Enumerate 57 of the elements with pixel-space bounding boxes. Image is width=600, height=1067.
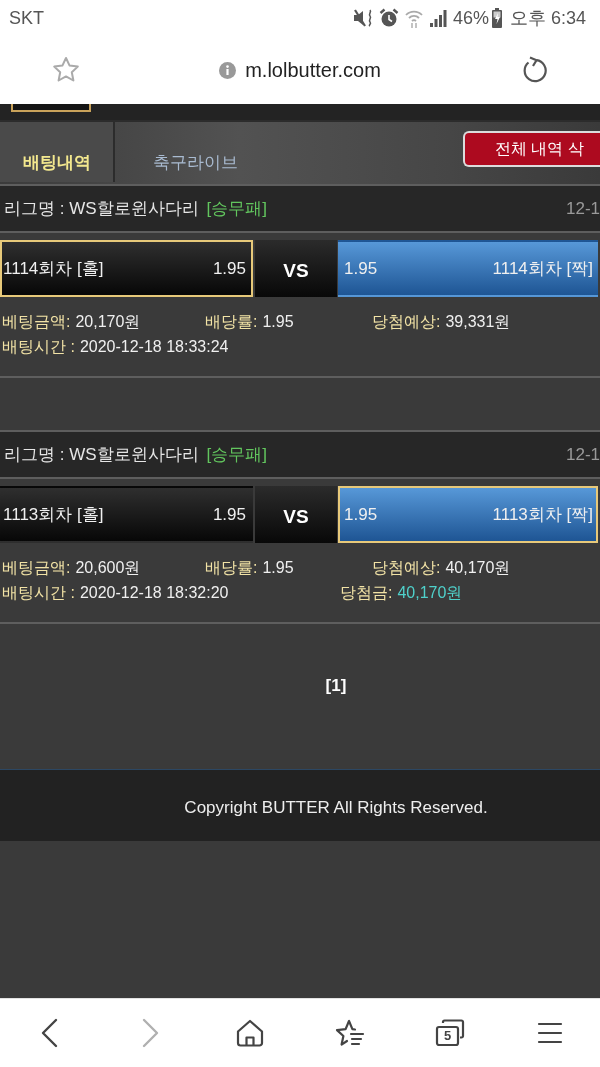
odds-text: 1.95 <box>212 504 246 525</box>
detail-value: 20,170원 <box>75 313 141 330</box>
pick-name: 1114회차 [홀] <box>3 258 104 280</box>
delete-all-button[interactable]: 전체 내역 삭 <box>463 131 600 167</box>
alarm-icon <box>378 8 399 28</box>
page-link[interactable]: [1] <box>325 676 347 696</box>
detail-value: 1.95 <box>262 559 294 576</box>
detail-label: 배당률: <box>205 559 258 576</box>
menu-icon[interactable] <box>537 1022 563 1044</box>
odds-text: 1.95 <box>212 258 246 279</box>
detail-value: 1.95 <box>262 313 294 330</box>
odds-text: 1.95 <box>344 258 378 279</box>
detail-label: 배팅시간 : <box>2 584 75 601</box>
detail-label: 당첨예상: <box>372 559 441 576</box>
tab[interactable]: 축구라이브 <box>115 122 275 182</box>
clock-time: 오후 6:34 <box>509 7 586 30</box>
tabs-icon[interactable] <box>435 1019 465 1047</box>
info-icon[interactable] <box>219 61 237 79</box>
tab[interactable]: 배팅내역 <box>0 122 115 182</box>
carrier-name: SKT <box>9 7 44 29</box>
back-icon[interactable] <box>40 1018 60 1048</box>
league-name: 리그명 : WS할로윈사다리 <box>4 198 199 220</box>
detail-value: 39,331원 <box>445 313 511 330</box>
tab-count: 5 <box>442 1028 453 1044</box>
detail-value: 40,170원 <box>445 559 511 576</box>
detail-label: 배팅시간 : <box>2 338 75 355</box>
wifi-icon <box>404 8 423 28</box>
vs-label: VS <box>255 240 337 297</box>
date-text: 12-1 <box>565 444 600 465</box>
pick-name: 1113회차 [홀] <box>3 504 104 526</box>
detail-label: 당첨예상: <box>372 313 441 330</box>
detail-label: 배당률: <box>205 313 258 330</box>
detail-label: 베팅금액: <box>2 559 71 576</box>
tabs-button[interactable]: 5 <box>400 999 500 1067</box>
detail-label: 베팅금액: <box>2 313 71 330</box>
battery-icon <box>491 8 502 28</box>
mute-icon <box>352 8 373 28</box>
pick-name: 1114회차 [짝] <box>492 258 593 280</box>
star-icon[interactable] <box>52 56 80 84</box>
detail-value: 2020-12-18 18:32:20 <box>79 584 229 601</box>
star-list-icon[interactable] <box>335 1019 365 1047</box>
detail-label: 당첨금: <box>340 584 393 601</box>
pick-name: 1113회차 [짝] <box>492 504 593 526</box>
signal-icon <box>428 9 447 27</box>
copyright-text: Copyright BUTTER All Rights Reserved. <box>184 798 488 818</box>
date-text: 12-1 <box>565 198 600 219</box>
league-name: 리그명 : WS할로윈사다리 <box>4 444 199 466</box>
detail-value: 20,600원 <box>75 559 141 576</box>
market-label: [승무패] <box>206 198 267 220</box>
detail-value: 2020-12-18 18:33:24 <box>79 338 229 355</box>
market-label: [승무패] <box>206 444 267 466</box>
detail-value: 40,170원 <box>397 584 463 601</box>
odds-text: 1.95 <box>344 504 378 525</box>
vs-label: VS <box>255 486 337 543</box>
home-icon[interactable] <box>236 1019 264 1047</box>
battery-percent: 46% <box>452 7 489 29</box>
url-text[interactable]: m.lolbutter.com <box>245 58 381 82</box>
